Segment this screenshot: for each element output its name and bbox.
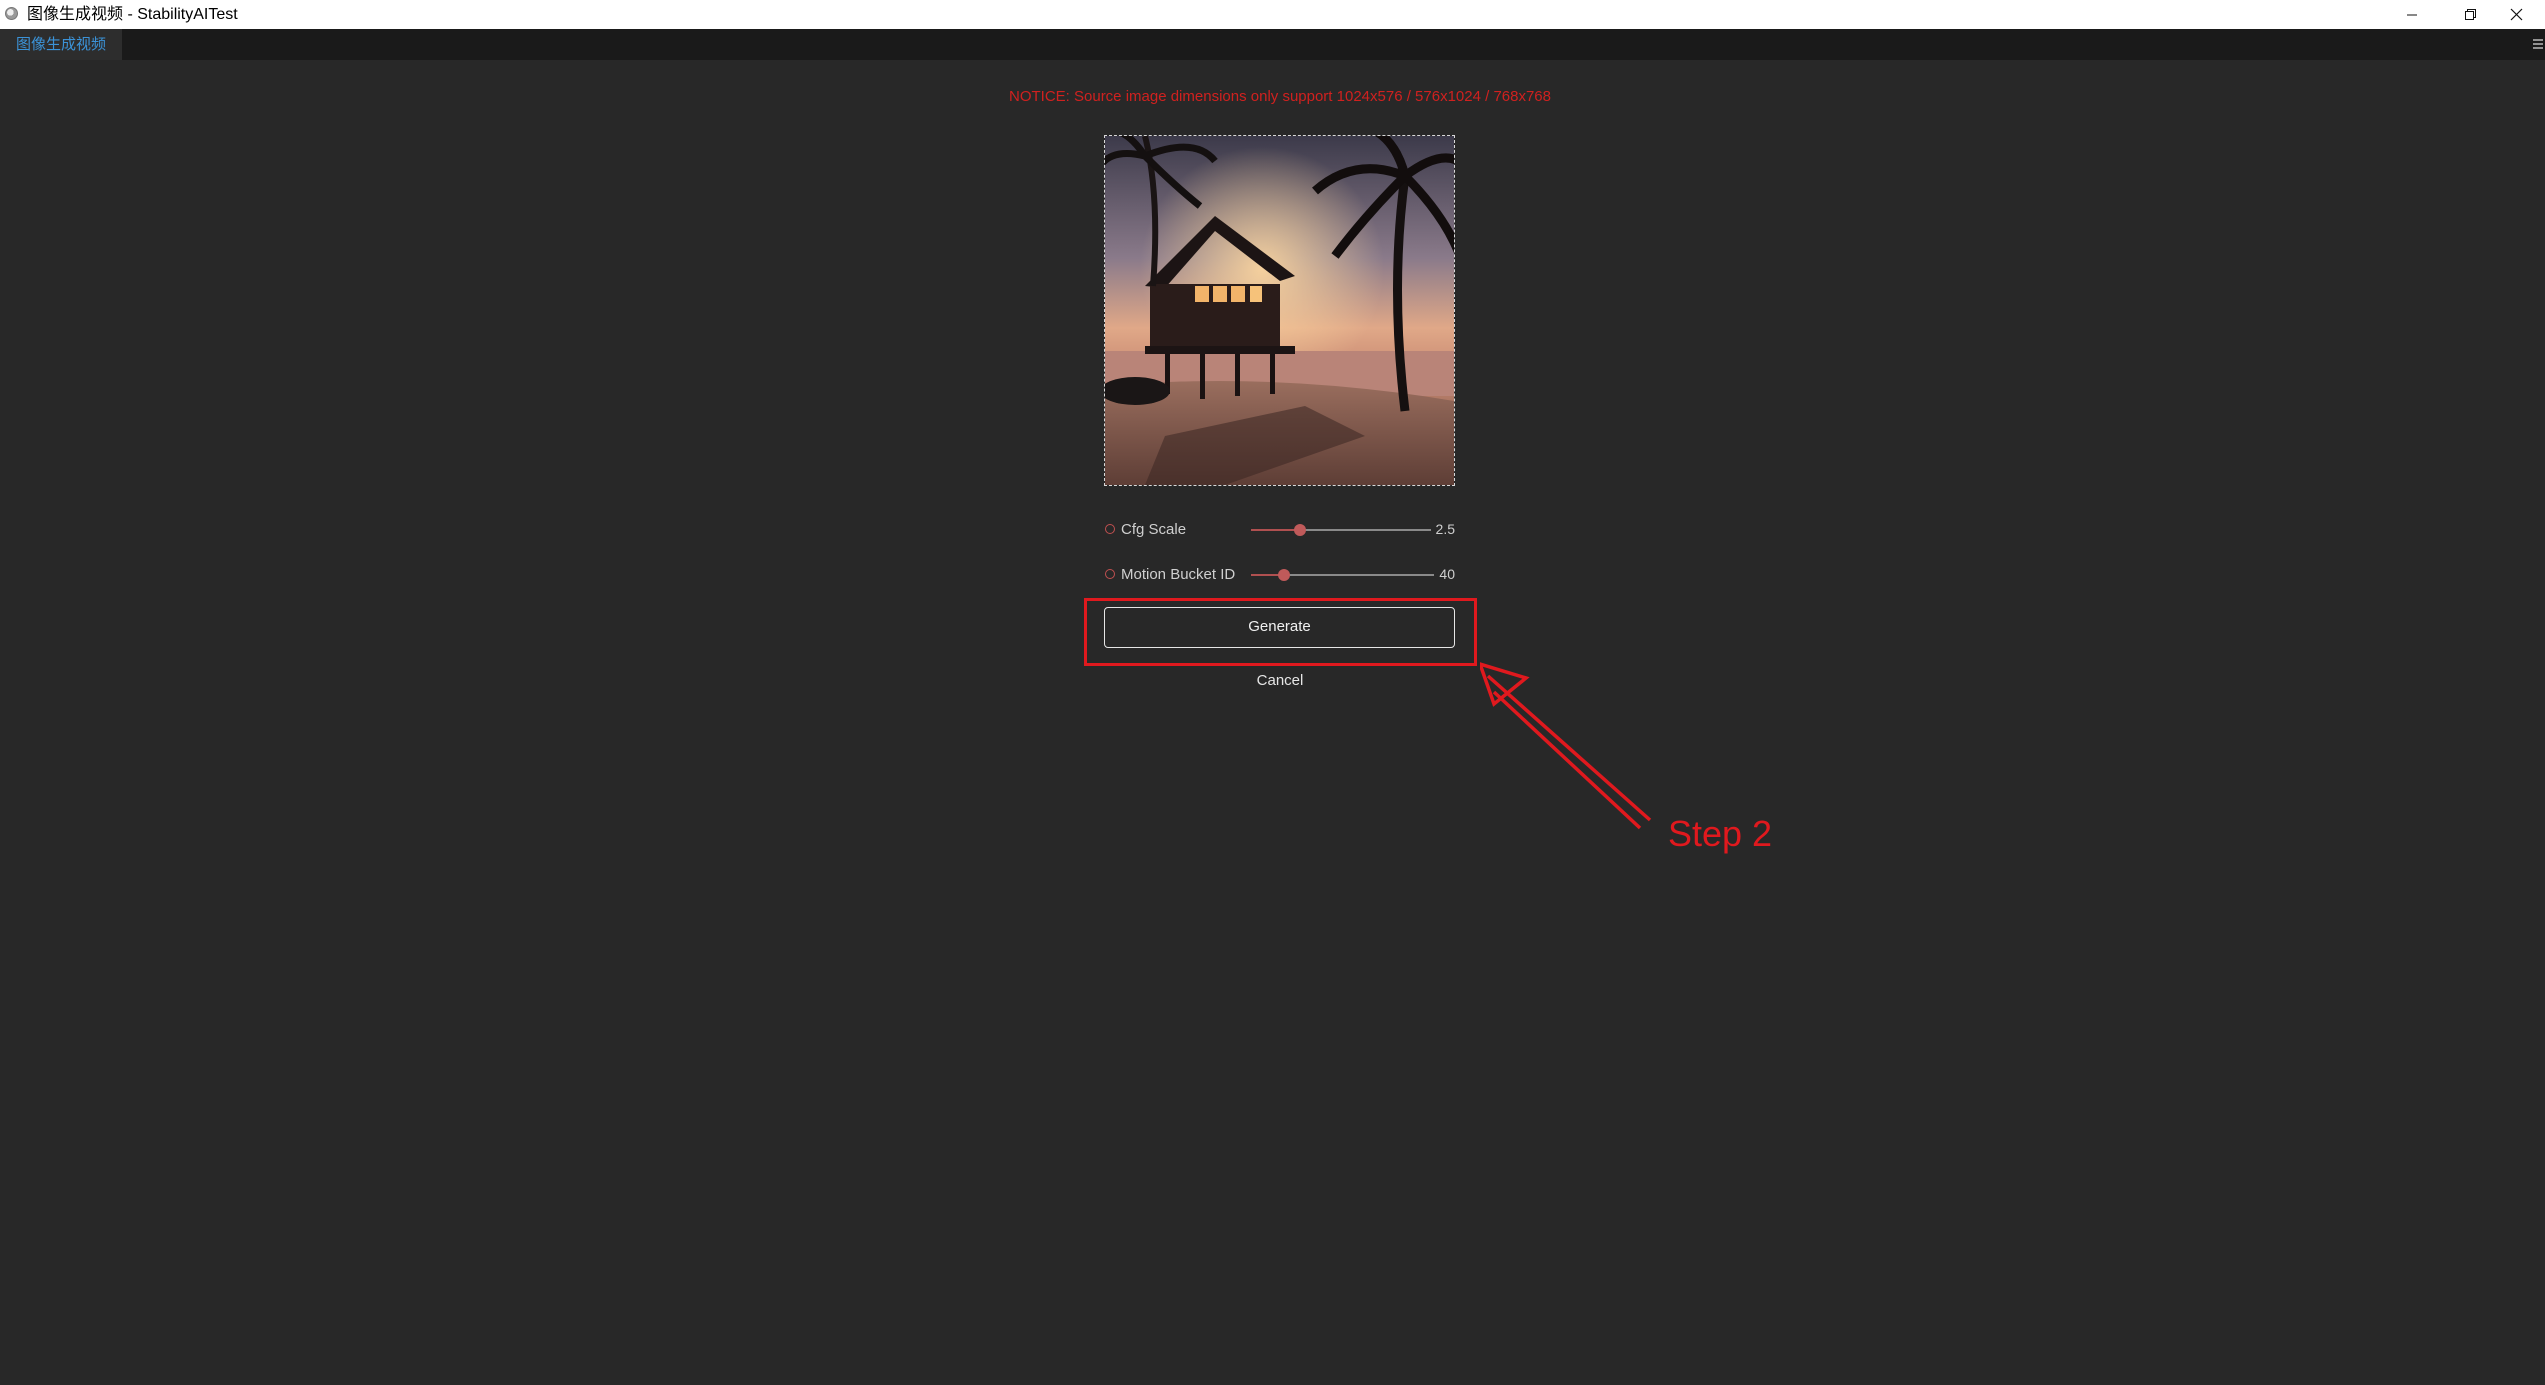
motion-bucket-row: Motion Bucket ID 40 — [1104, 563, 1455, 587]
window-title: 图像生成视频 - StabilityAITest — [27, 6, 238, 23]
cfg-scale-value: 2.5 — [1435, 521, 1455, 537]
cfg-scale-label: Cfg Scale — [1121, 521, 1187, 538]
window-titlebar: 图像生成视频 - StabilityAITest — [0, 0, 2545, 29]
step-highlight-box — [1084, 598, 1477, 666]
close-icon[interactable] — [2487, 0, 2545, 29]
motion-bucket-thumb[interactable] — [1277, 569, 1290, 581]
motion-bucket-radio[interactable] — [1105, 569, 1115, 579]
step-arrow-icon — [1480, 662, 1652, 830]
cfg-scale-row: Cfg Scale 2.5 — [1104, 518, 1455, 542]
motion-bucket-slider[interactable] — [1251, 569, 1434, 581]
step-label: Step 2 — [1668, 813, 1773, 854]
dimension-notice: NOTICE: Source image dimensions only sup… — [1009, 88, 1551, 105]
minimize-icon[interactable] — [2383, 0, 2441, 29]
cfg-scale-radio[interactable] — [1105, 524, 1115, 534]
cfg-scale-fill — [1251, 529, 1300, 531]
cancel-button[interactable]: Cancel — [1234, 668, 1326, 694]
tab-image-to-video[interactable]: 图像生成视频 — [0, 29, 123, 60]
tab-bar: 图像生成视频 — [0, 29, 2545, 60]
motion-bucket-value: 40 — [1439, 566, 1455, 582]
source-image-dropzone[interactable] — [1104, 135, 1455, 486]
source-image — [1105, 136, 1454, 485]
motion-bucket-label: Motion Bucket ID — [1121, 566, 1236, 583]
app-icon — [5, 7, 18, 20]
cfg-scale-slider[interactable] — [1251, 524, 1431, 536]
menu-icon[interactable] — [2529, 34, 2545, 54]
cfg-scale-thumb[interactable] — [1293, 524, 1306, 536]
